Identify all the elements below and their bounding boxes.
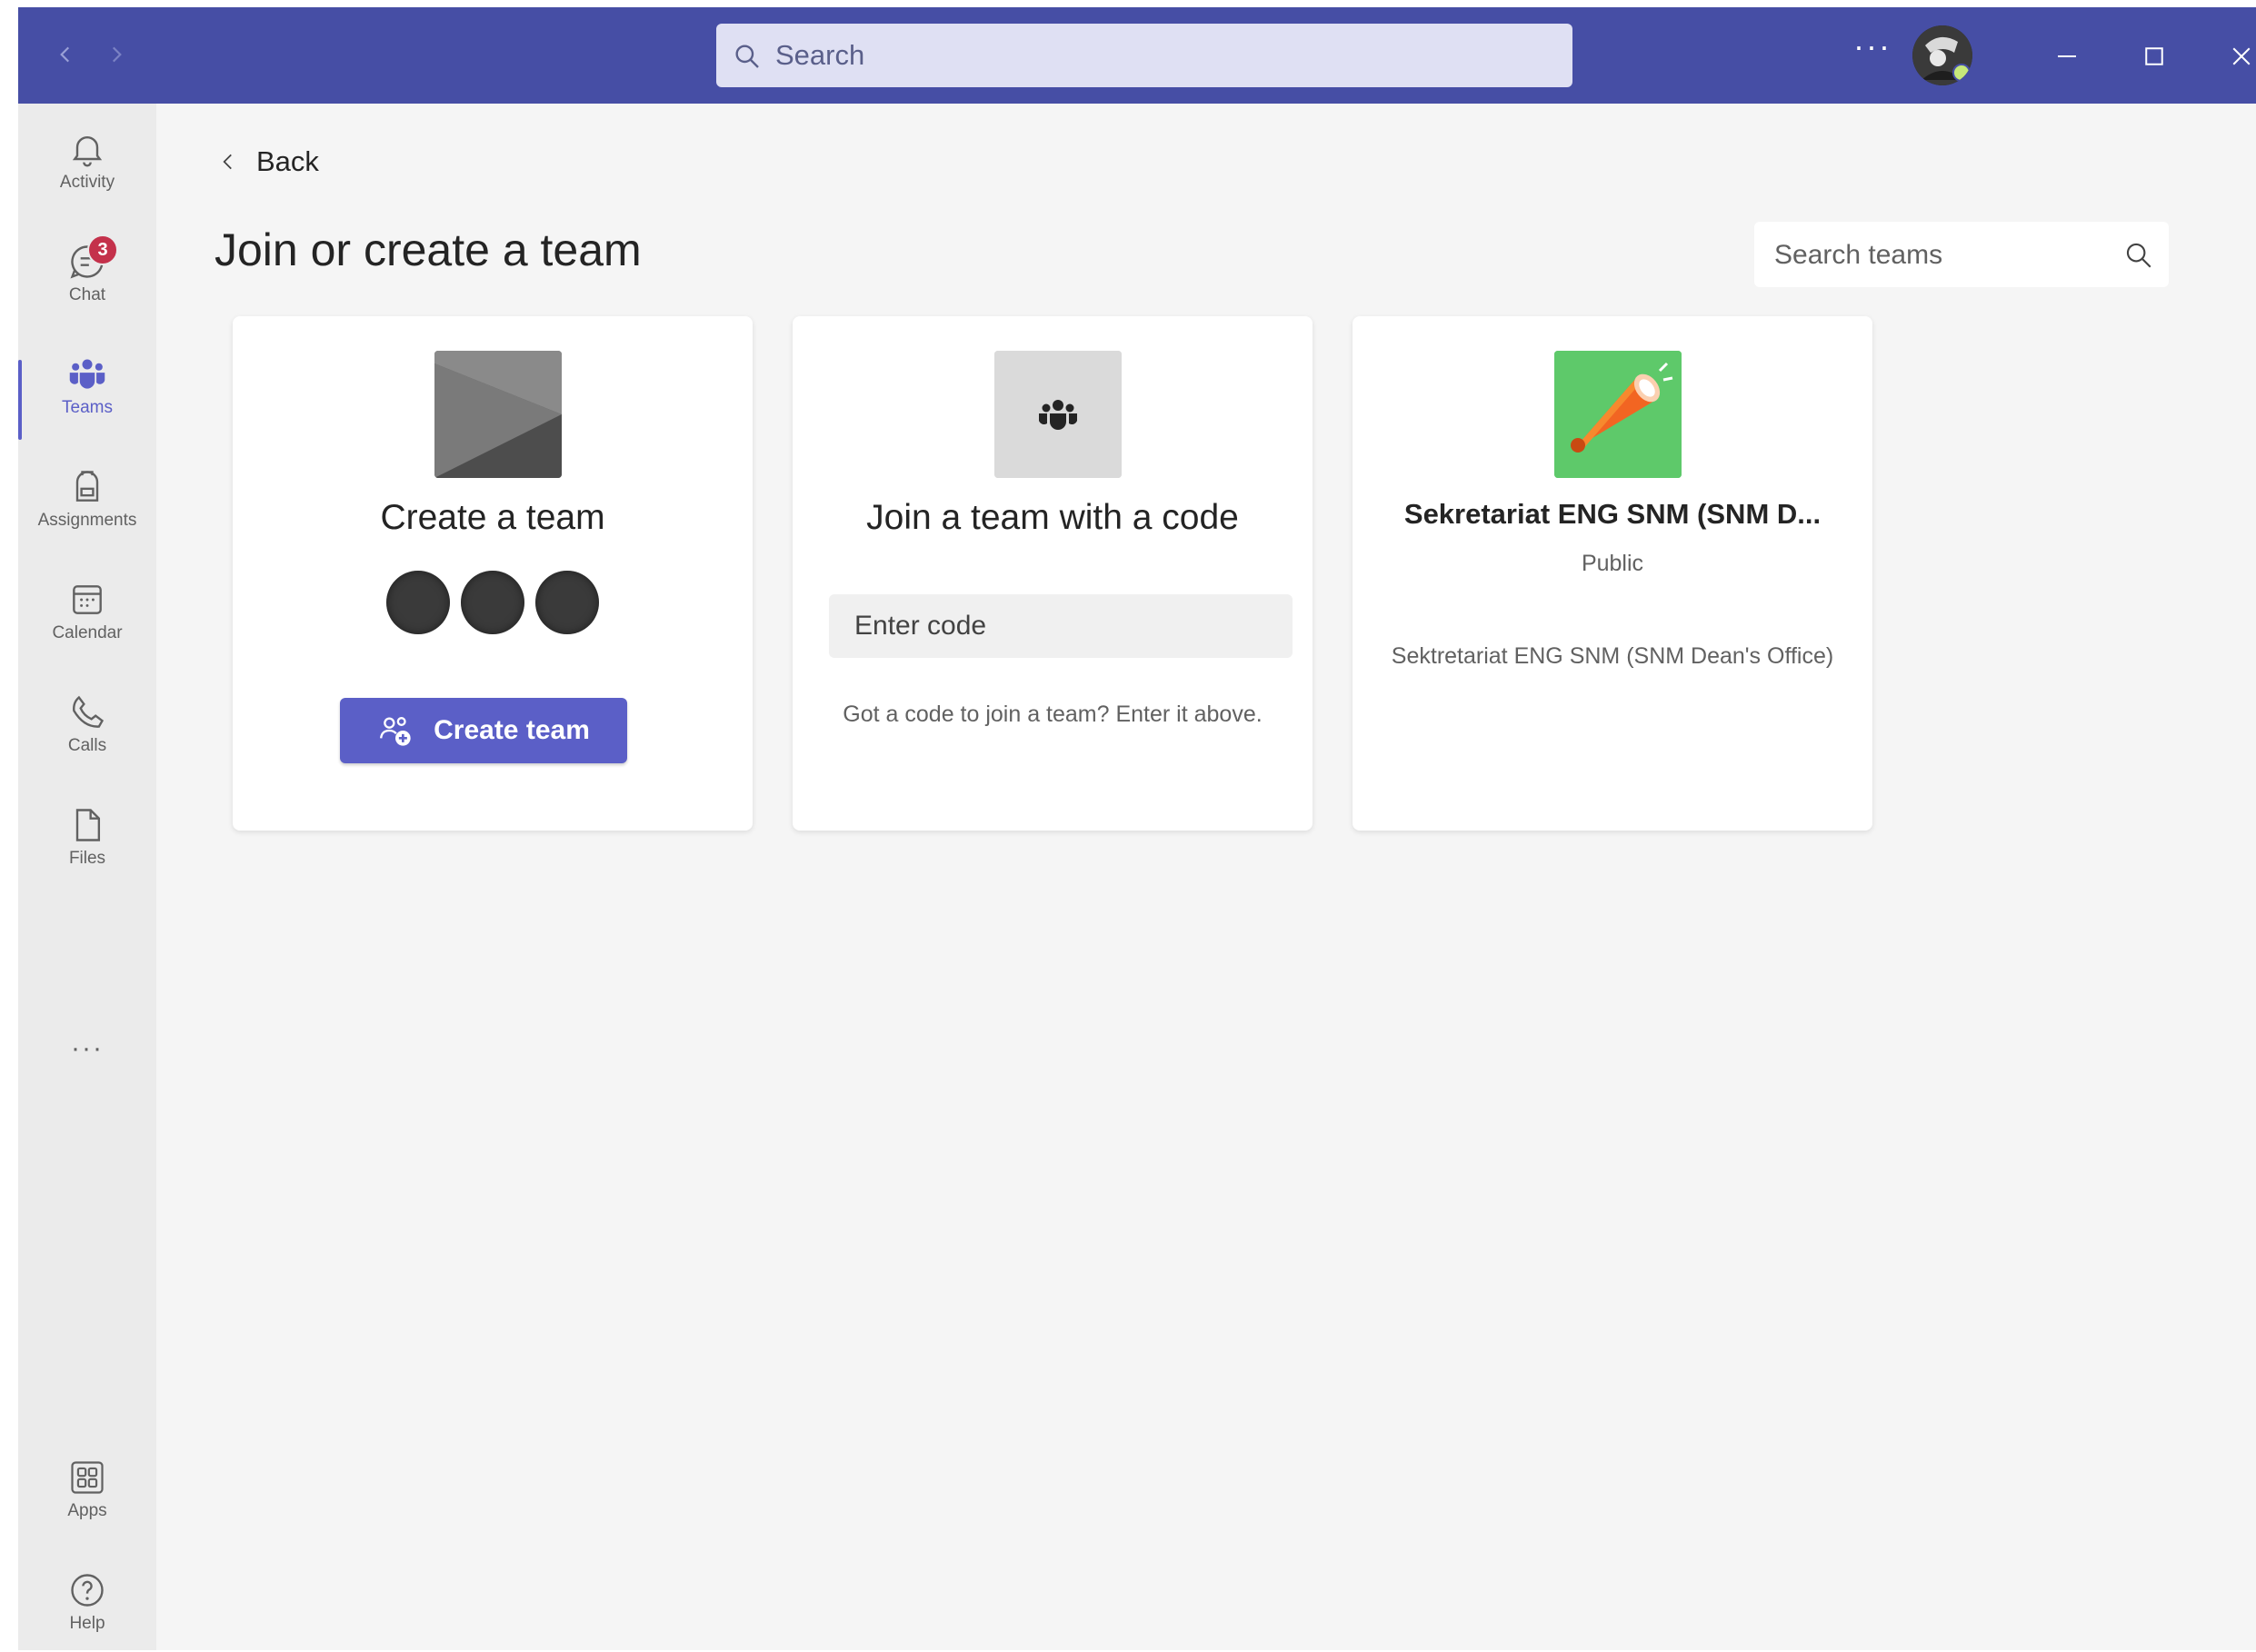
minimize-icon — [2058, 55, 2076, 57]
add-people-icon — [380, 717, 411, 746]
bell-icon — [67, 129, 107, 169]
create-team-card: Create a team Create team — [233, 316, 753, 831]
rail-item-activity[interactable]: Activity — [18, 116, 156, 222]
chat-icon: 3 — [67, 234, 118, 282]
teams-icon — [67, 354, 107, 394]
member-avatar — [535, 571, 599, 634]
file-icon — [67, 805, 107, 845]
rail-item-apps[interactable]: Apps — [18, 1445, 156, 1550]
join-code-hint: Got a code to join a team? Enter it abov… — [843, 702, 1263, 727]
rail-label: Teams — [62, 398, 113, 417]
team-privacy: Public — [1581, 551, 1644, 576]
calendar-icon — [67, 580, 107, 620]
join-with-code-card: Join a team with a code Got a code to jo… — [793, 316, 1313, 831]
close-icon — [2232, 47, 2251, 65]
create-team-title: Create a team — [380, 498, 605, 537]
member-avatar — [386, 571, 450, 634]
rail-label: Chat — [68, 285, 106, 304]
create-team-button-label: Create team — [434, 715, 590, 745]
page-title: Join or create a team — [215, 224, 642, 275]
join-team-image — [994, 351, 1122, 478]
minimize-button[interactable] — [2043, 33, 2091, 80]
rail-label: Help — [69, 1614, 105, 1633]
rail-label: Files — [68, 849, 106, 868]
back-link[interactable]: Back — [216, 144, 319, 180]
maximize-icon — [2145, 47, 2163, 65]
rail-item-assignments[interactable]: Assignments — [18, 454, 156, 560]
rail-label: Calls — [67, 736, 107, 755]
search-icon[interactable] — [2123, 240, 2154, 271]
chat-unread-badge: 3 — [87, 234, 118, 265]
megaphone-icon — [1554, 351, 1682, 478]
rail-label: Calendar — [52, 623, 123, 642]
global-search-box[interactable]: Search — [716, 24, 1572, 87]
close-button[interactable] — [2218, 33, 2256, 80]
search-teams-placeholder: Search teams — [1774, 240, 1943, 270]
help-icon — [67, 1570, 107, 1610]
chevron-left-icon — [223, 154, 232, 170]
create-team-button[interactable]: Create team — [340, 698, 627, 763]
title-bar: Search ··· — [18, 7, 2256, 104]
rail-item-help[interactable]: Help — [18, 1557, 156, 1650]
join-team-title: Join a team with a code — [866, 498, 1239, 537]
rail-item-chat[interactable]: 3 Chat — [18, 229, 156, 334]
search-teams-box[interactable]: Search teams — [1754, 222, 2169, 287]
forward-arrow-icon[interactable] — [96, 35, 136, 75]
team-tile-image — [1554, 351, 1682, 478]
phone-icon — [67, 692, 107, 732]
search-icon — [735, 45, 759, 68]
rail-item-teams[interactable]: Teams — [18, 342, 156, 447]
member-avatar — [461, 571, 524, 634]
member-avatars — [233, 571, 753, 634]
rail-item-calls[interactable]: Calls — [18, 680, 156, 785]
app-rail: Activity 3 Chat Teams Assignments Calend… — [18, 104, 156, 1650]
maximize-button[interactable] — [2131, 33, 2178, 80]
create-team-image — [434, 351, 562, 478]
backpack-icon — [67, 467, 107, 507]
team-name: Sekretariat ENG SNM (SNM D... — [1403, 498, 1822, 530]
rail-label: Assignments — [37, 511, 137, 530]
back-arrow-icon[interactable] — [45, 35, 85, 75]
back-label: Back — [256, 145, 319, 177]
presence-status-icon — [1952, 64, 1971, 82]
rail-label: Activity — [59, 173, 115, 192]
team-description: Sektretariat ENG SNM (SNM Dean's Office) — [1391, 643, 1834, 669]
rail-label: Apps — [67, 1501, 107, 1520]
global-search-placeholder: Search — [775, 39, 865, 71]
rail-item-files[interactable]: Files — [18, 792, 156, 898]
apps-icon — [67, 1458, 107, 1498]
rail-more-apps-button[interactable]: ··· — [18, 1035, 156, 1076]
more-options-button[interactable]: ··· — [1845, 27, 1900, 82]
team-card[interactable]: Sekretariat ENG SNM (SNM D... Public Sek… — [1353, 316, 1872, 831]
teams-icon — [994, 351, 1122, 478]
user-avatar[interactable] — [1912, 25, 1972, 85]
enter-code-input[interactable] — [829, 594, 1293, 658]
rail-item-calendar[interactable]: Calendar — [18, 567, 156, 672]
teams-window: Search ··· Activity 3 Chat Teams Assignm… — [18, 7, 2256, 1650]
